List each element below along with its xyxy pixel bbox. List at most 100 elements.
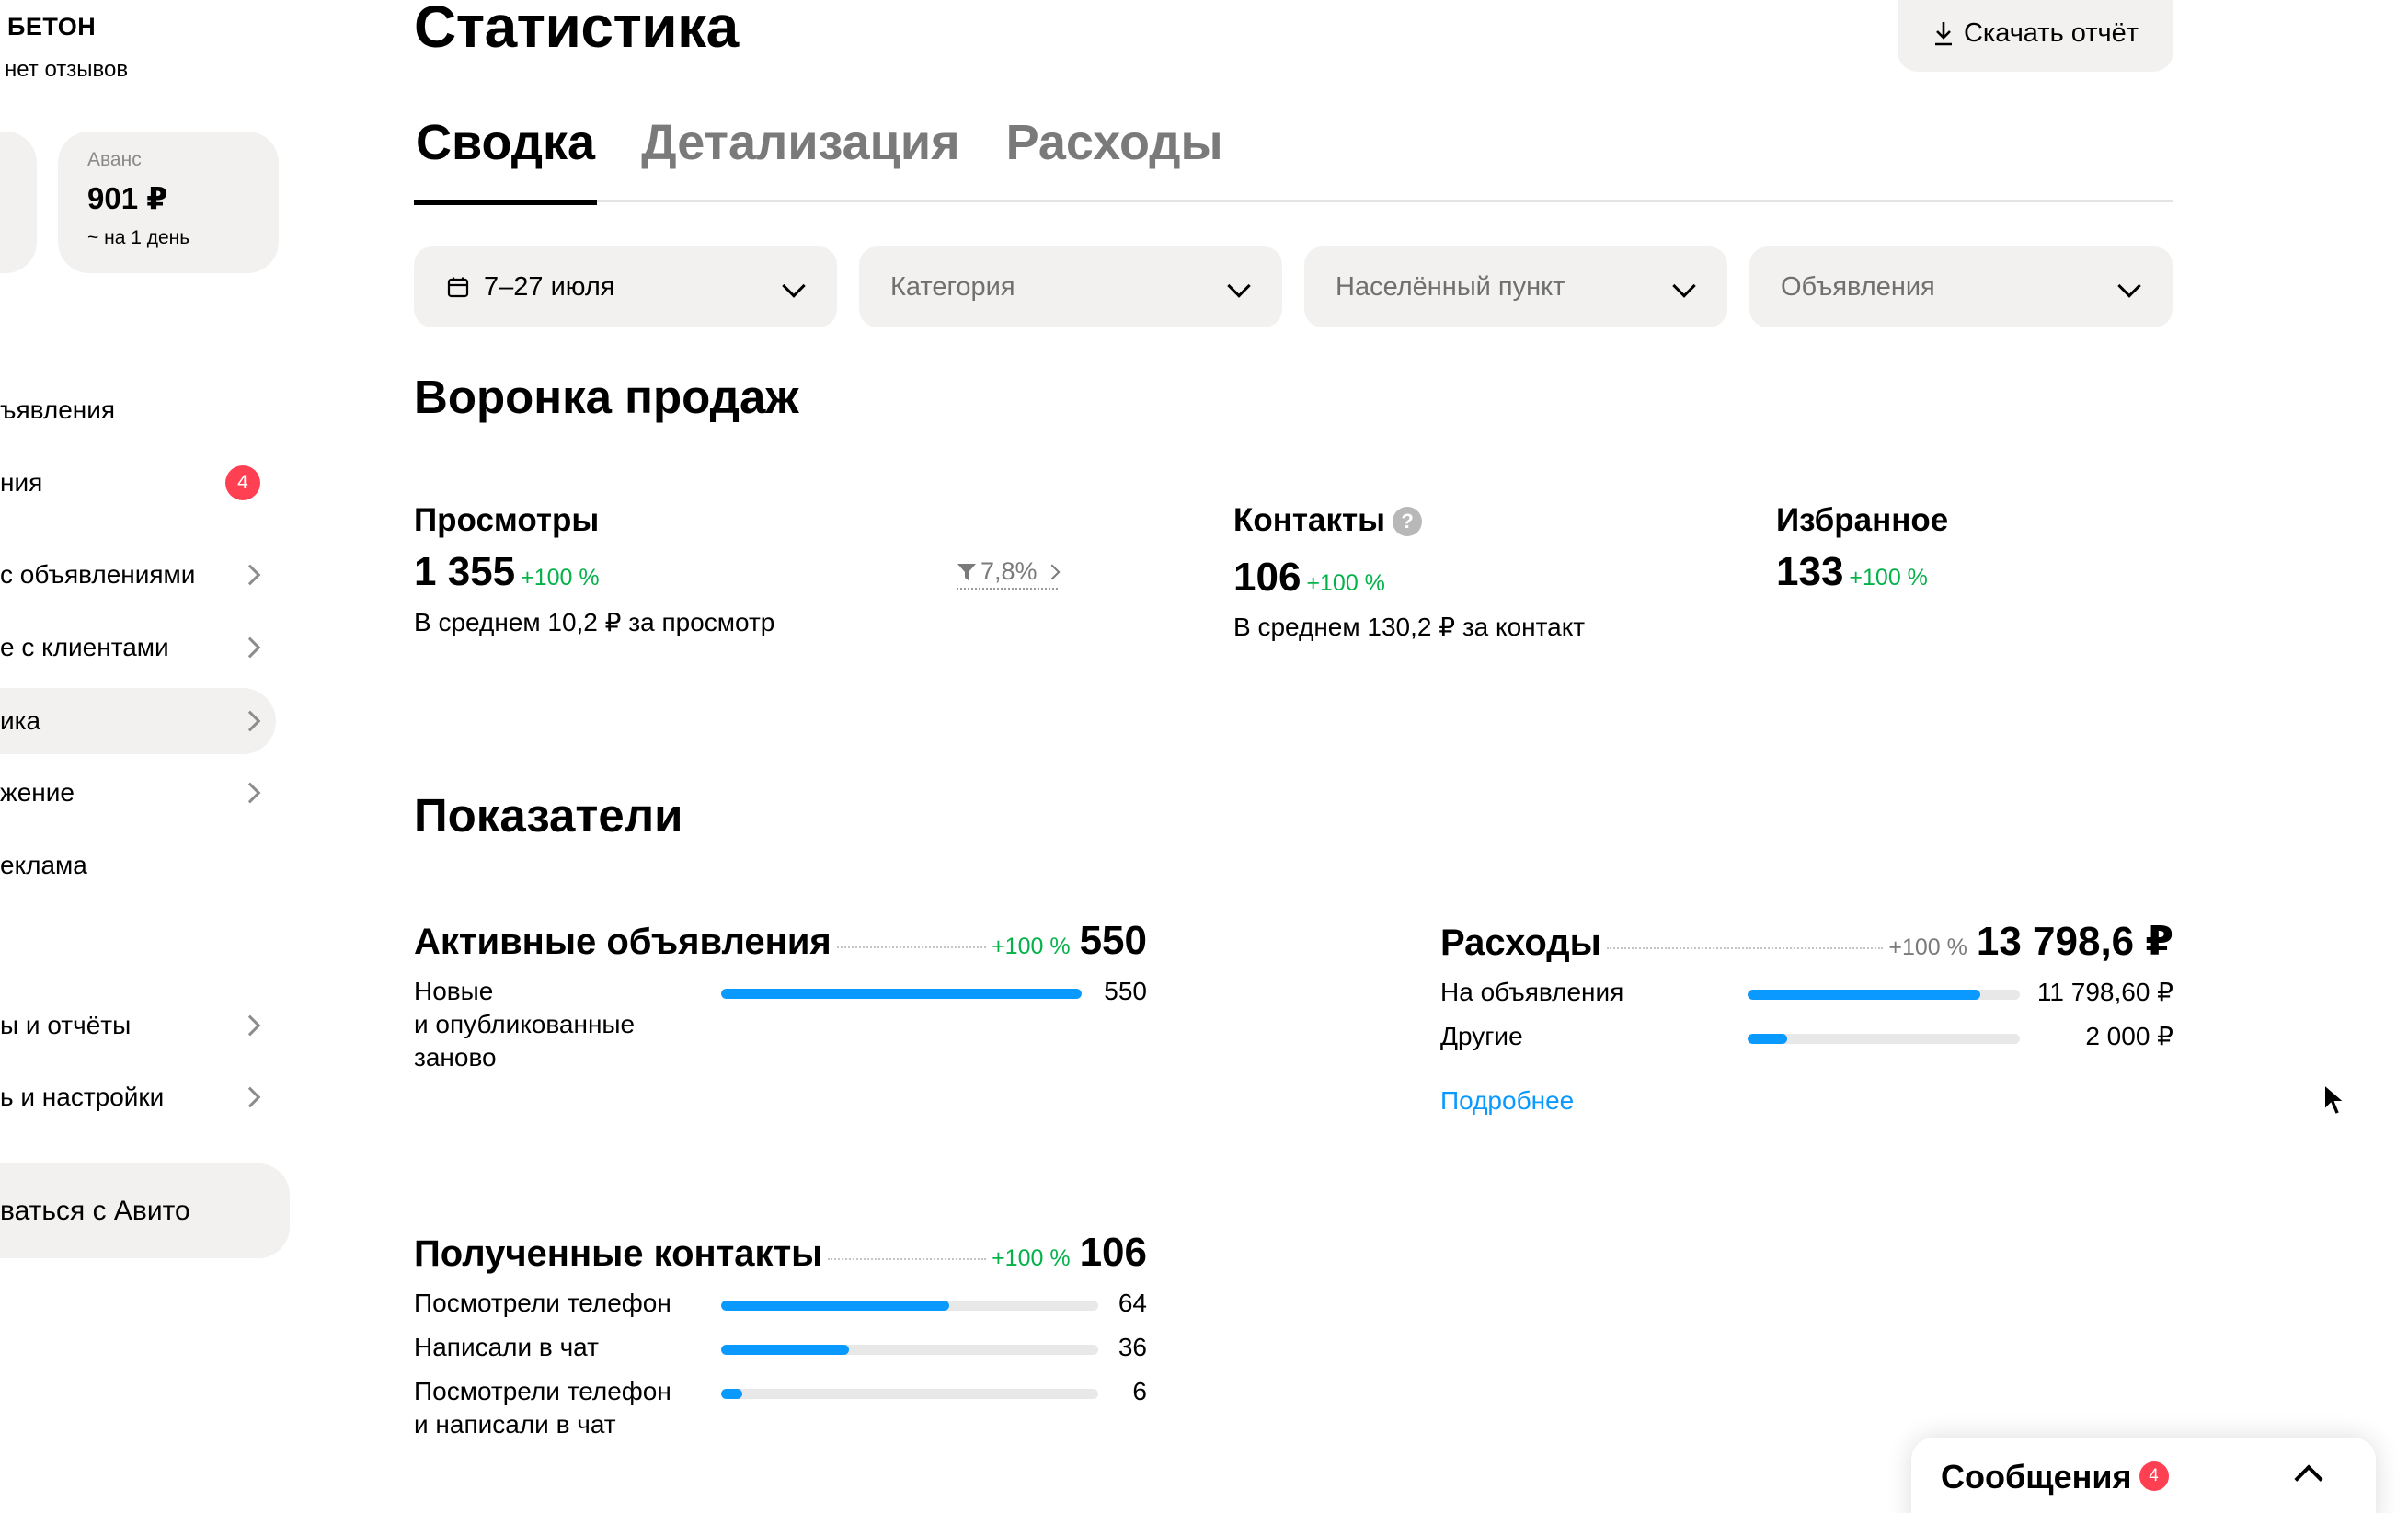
expenses-header: Расходы +100 % 13 798,6 ₽ (1440, 918, 2173, 965)
sidebar-item-label: ь и настройки (0, 1083, 165, 1111)
period-select[interactable]: 7–27 июля (414, 246, 837, 327)
funnel-icon (957, 563, 976, 580)
sidebar-item-promotion[interactable]: жение (0, 760, 276, 826)
expenses-row-other: Другие 2 000 ₽ (1440, 1020, 2173, 1053)
progress-bar-fill (721, 989, 1082, 999)
help-icon[interactable]: ? (1393, 507, 1423, 536)
sidebar-feedback-button[interactable]: ваться с Авито (0, 1163, 290, 1258)
wallet-card[interactable] (0, 132, 37, 273)
views-average: В среднем 10,2 ₽ за просмотр (414, 608, 775, 636)
download-report-button[interactable]: Скачать отчёт (1898, 0, 2173, 72)
dotted-leader (836, 946, 987, 948)
category-select[interactable]: Категория (859, 246, 1282, 327)
sidebar-item-advertising[interactable]: еклама (0, 832, 276, 899)
active-ads-label: Активные объявления (414, 922, 831, 962)
progress-bar (721, 1389, 1098, 1399)
expenses-row-ads: На объявления 11 798,60 ₽ (1440, 976, 2173, 1009)
chevron-right-icon (239, 710, 261, 732)
contacts-row-phone: Посмотрели телефон 64 (414, 1287, 1147, 1320)
tab-details[interactable]: Детализация (639, 114, 962, 202)
sidebar-item-statistics[interactable]: ика (0, 688, 276, 754)
sidebar-item-messages[interactable]: ния 4 (0, 450, 276, 516)
sidebar-item-ad-tools[interactable]: с объявлениями (0, 542, 276, 608)
ads-select[interactable]: Объявления (1749, 246, 2173, 327)
views-delta: +100 % (521, 565, 600, 590)
progress-bar-fill (1748, 1034, 1787, 1044)
progress-bar-fill (721, 1345, 850, 1355)
calendar-icon (447, 277, 469, 298)
messenger-widget[interactable]: Сообщения 4 (1911, 1438, 2376, 1513)
advance-duration: ~ на 1 день (87, 227, 190, 248)
progress-bar (721, 1301, 1098, 1311)
contacts-delta: +100 % (1306, 570, 1385, 596)
funnel-title: Воронка продаж (414, 371, 799, 423)
favorites-delta: +100 % (1849, 565, 1928, 590)
city-select-placeholder: Населённый пункт (1336, 271, 1565, 302)
sidebar-item-label: с объявлениями (0, 560, 196, 589)
chevron-down-icon (2117, 274, 2141, 298)
page-title: Статистика (414, 0, 739, 60)
expenses-label: Расходы (1440, 923, 1601, 963)
chevron-right-icon (239, 1014, 261, 1037)
expenses-more-link[interactable]: Подробнее (1440, 1086, 1574, 1116)
messenger-count-badge: 4 (2139, 1461, 2169, 1491)
row-value: 11 798,60 ₽ (2036, 978, 2173, 1006)
mouse-pointer-icon (2323, 1083, 2347, 1117)
favorites-value-group: 133 +100 % (1776, 549, 1928, 595)
contacts-row-both: Посмотрели телефон и написали в чат 6 (414, 1375, 1147, 1441)
row-value: 36 (1118, 1333, 1147, 1361)
messages-count-badge: 4 (225, 465, 260, 500)
contacts-label: Контакты (1233, 502, 1386, 538)
row-value: 6 (1132, 1377, 1147, 1405)
ads-select-placeholder: Объявления (1781, 271, 1935, 302)
sidebar-item-label: ы и отчёты (0, 1011, 132, 1039)
tab-expenses[interactable]: Расходы (1004, 114, 1225, 202)
sidebar-item-ads[interactable]: ъявления (0, 377, 276, 443)
active-ads-delta: +100 % (992, 934, 1071, 959)
chevron-up-icon[interactable] (2294, 1464, 2323, 1494)
active-ads-header: Активные объявления +100 % 550 (414, 918, 1147, 964)
sidebar-item-label: ъявления (0, 395, 116, 424)
contacts-block: Полученные контакты +100 % 106 Посмотрел… (414, 1230, 1147, 1441)
period-select-value: 7–27 июля (484, 271, 615, 302)
stats-tabs: Сводка Детализация Расходы (414, 114, 2173, 205)
tab-summary[interactable]: Сводка (414, 114, 598, 205)
chevron-down-icon (1672, 274, 1696, 298)
sidebar-item-label: е с клиентами (0, 633, 169, 661)
row-value: 2 000 ₽ (2085, 1022, 2173, 1050)
advance-amount: 901 ₽ (87, 181, 168, 215)
progress-bar (721, 1345, 1098, 1355)
received-contacts-delta: +100 % (992, 1245, 1071, 1271)
views-conversion-link[interactable]: 7,8% (957, 557, 1061, 590)
received-contacts-label: Полученные контакты (414, 1233, 823, 1274)
progress-bar (1748, 1034, 2020, 1044)
download-icon (1934, 22, 1952, 46)
favorites-label: Избранное (1776, 502, 1949, 538)
progress-bar-fill (1748, 990, 1981, 1000)
sidebar-item-label: еклама (0, 851, 87, 879)
contacts-row-chat: Написали в чат 36 (414, 1331, 1147, 1364)
conversion-value: 7,8% (980, 557, 1038, 585)
progress-bar-fill (721, 1389, 743, 1399)
sidebar-item-documents[interactable]: ы и отчёты (0, 992, 276, 1059)
advance-balance-card[interactable]: Аванс 901 ₽ ~ на 1 день (58, 132, 279, 273)
contacts-label-group: Контакты? (1233, 502, 1423, 539)
company-name[interactable]: БЕТОН (7, 13, 96, 41)
sidebar-item-clients[interactable]: е с клиентами (0, 614, 276, 681)
active-ads-value: 550 (1079, 918, 1147, 963)
chevron-down-icon (1227, 274, 1251, 298)
row-value: 550 (1104, 977, 1147, 1005)
city-select[interactable]: Населённый пункт (1304, 246, 1727, 327)
active-ads-row-new: Новые и опубликованные заново 550 (414, 975, 1147, 1074)
sidebar-item-settings[interactable]: ь и настройки (0, 1064, 276, 1130)
expenses-delta: +100 % (1888, 934, 1967, 960)
advance-label: Аванс (87, 149, 142, 170)
sidebar-item-label: жение (0, 778, 75, 807)
sidebar-item-label: ика (0, 706, 41, 735)
views-value-group: 1 355 +100 % (414, 549, 600, 595)
chevron-right-icon (239, 1086, 261, 1108)
company-reviews[interactable]: нет отзывов (5, 57, 128, 83)
sidebar-item-label: ния (0, 468, 43, 497)
contacts-value-group: 106 +100 % (1233, 555, 1385, 601)
chevron-right-icon (239, 564, 261, 586)
